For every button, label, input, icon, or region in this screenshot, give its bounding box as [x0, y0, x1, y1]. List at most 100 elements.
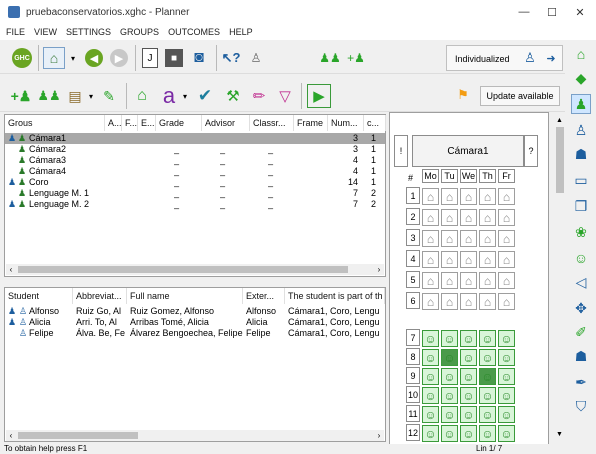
smiley-icon[interactable]: ☺ [479, 368, 496, 385]
building-icon[interactable]: ⌂ [131, 85, 153, 107]
smiley-icon[interactable]: ☺ [460, 368, 477, 385]
chevron-down-icon[interactable]: ▾ [181, 90, 189, 102]
house-icon[interactable]: ⌂ [460, 293, 477, 310]
individualized-icon[interactable]: ♙ [521, 49, 539, 67]
period-label[interactable]: 5 [406, 271, 420, 288]
smiley-icon[interactable]: ☺ [422, 330, 439, 347]
col-abbreviation[interactable]: Abbreviat... [73, 288, 127, 304]
period-label[interactable]: 10 [406, 386, 420, 403]
copy-icon[interactable]: ❐ [571, 196, 591, 216]
day-header[interactable]: Mo [422, 169, 439, 183]
house-icon[interactable]: ⌂ [498, 272, 515, 289]
menu-outcomes[interactable]: OUTCOMES [168, 27, 220, 37]
house-icon[interactable]: ⌂ [498, 230, 515, 247]
arrows-icon[interactable]: ✥ [571, 298, 591, 318]
house-icon[interactable]: ⌂ [422, 293, 439, 310]
menu-help[interactable]: HELP [229, 27, 253, 37]
smiley-icon[interactable]: ☺ [460, 406, 477, 423]
smiley-icon[interactable]: ☺ [422, 425, 439, 442]
back-arrow-icon[interactable]: ◀ [85, 49, 103, 67]
table-row[interactable]: ♟ Cámara2 _ _ _ 3 1 [5, 144, 385, 155]
house-icon[interactable]: ⌂ [479, 272, 496, 289]
table-row[interactable]: ♙ Felipe Álva. Be, Fe Álvarez Bengoechea, F… [5, 328, 385, 339]
timetable-vertical-scrollbar[interactable]: ▲ ▼ [554, 113, 566, 444]
smiley-icon[interactable]: ☺ [460, 387, 477, 404]
smiley-icon[interactable]: ☺ [479, 349, 496, 366]
subjects-icon[interactable]: ❀ [571, 222, 591, 242]
house-icon[interactable]: ⌂ [460, 272, 477, 289]
scroll-left-icon[interactable]: ‹ [6, 264, 16, 275]
paste-icon[interactable]: ▤ [66, 86, 84, 106]
add-group-icon[interactable]: ♟♟ [37, 86, 60, 106]
house-icon[interactable]: ⌂ [422, 230, 439, 247]
smiley-icon[interactable]: ☺ [441, 349, 458, 366]
house-icon[interactable]: ⌂ [441, 209, 458, 226]
scroll-left-icon[interactable]: ‹ [6, 430, 16, 441]
teacher-icon[interactable]: ☗ [571, 144, 591, 164]
col-advisor[interactable]: Advisor [202, 115, 250, 131]
share-icon[interactable]: ◁ [571, 272, 591, 292]
period-label[interactable]: 6 [406, 292, 420, 309]
book-icon[interactable]: ◆ [571, 68, 591, 88]
filter-icon[interactable]: ▽ [274, 85, 296, 107]
group-settings-icon[interactable]: ♟♟ [319, 49, 341, 67]
smiley-icon[interactable]: ☺ [460, 349, 477, 366]
scroll-down-icon[interactable]: ▼ [556, 431, 563, 438]
scroll-thumb[interactable] [18, 432, 138, 439]
house-icon[interactable]: ⌂ [422, 251, 439, 268]
smiley-icon[interactable]: ☺ [441, 425, 458, 442]
scroll-right-icon[interactable]: › [374, 264, 384, 275]
brush-icon[interactable]: ✐ [571, 322, 591, 342]
col-num[interactable]: Num... [328, 115, 364, 131]
help-cursor-icon[interactable]: ↖? [222, 49, 241, 67]
smiley-icon[interactable]: ☺ [498, 406, 515, 423]
smiley-icon[interactable]: ☺ [441, 368, 458, 385]
smiley-icon[interactable]: ☺ [498, 349, 515, 366]
smiley-icon[interactable]: ☺ [422, 387, 439, 404]
house-icon[interactable]: ⌂ [422, 209, 439, 226]
smiley-icon[interactable]: ☺ [460, 425, 477, 442]
check-icon[interactable]: ✔ [194, 85, 216, 107]
smiley-icon[interactable]: ☺ [422, 349, 439, 366]
smiley-icon[interactable]: ☺ [479, 387, 496, 404]
house-icon[interactable]: ⌂ [479, 251, 496, 268]
teachers-icon[interactable]: ♙ [246, 48, 266, 68]
tools-icon[interactable]: ⚒ [222, 85, 244, 107]
period-label[interactable]: 12 [406, 424, 420, 441]
document-icon[interactable]: J [142, 48, 158, 68]
day-header[interactable]: We [460, 169, 477, 183]
groups-icon[interactable]: ♟ [571, 94, 591, 114]
pen-icon[interactable]: ✒ [571, 372, 591, 392]
chevron-down-icon[interactable]: ▾ [87, 90, 95, 102]
table-row[interactable]: ♟ ♟ Lenguage M. 2 _ _ _ 7 2 [5, 199, 385, 210]
house-icon[interactable]: ⌂ [479, 209, 496, 226]
house-icon[interactable]: ⌂ [460, 230, 477, 247]
col-student[interactable]: Student [5, 288, 73, 304]
smiley-icon[interactable]: ☺ [422, 368, 439, 385]
menu-file[interactable]: FILE [6, 27, 25, 37]
period-label[interactable]: 1 [406, 187, 420, 204]
menu-settings[interactable]: SETTINGS [66, 27, 111, 37]
col-student-groups[interactable]: The student is part of th [285, 288, 385, 304]
period-label[interactable]: 7 [406, 329, 420, 346]
house-icon[interactable]: ⌂ [422, 272, 439, 289]
table-row[interactable]: ♟ ♙ Alfonso Ruiz Go, Al Ruiz Gomez, Alfonso A… [5, 306, 385, 317]
table-row[interactable]: ♟ Lenguage M. 1 _ _ _ 7 2 [5, 188, 385, 199]
col-a[interactable]: A... [105, 115, 122, 131]
house-icon[interactable]: ⌂ [460, 251, 477, 268]
pencil-icon[interactable]: ✏ [248, 85, 270, 107]
table-row[interactable]: ♟ ♟ Cámara1 3 1 [5, 133, 385, 144]
save-icon[interactable]: ■ [165, 49, 183, 67]
day-header[interactable]: Tu [441, 169, 458, 183]
arrow-right-icon[interactable]: ➜ [543, 49, 559, 67]
groups-horizontal-scrollbar[interactable]: ‹ › [6, 264, 384, 275]
close-button[interactable]: ✕ [562, 0, 596, 24]
scroll-right-icon[interactable]: › [374, 430, 384, 441]
run-icon[interactable]: ▶ [307, 84, 331, 108]
scroll-thumb[interactable] [556, 127, 564, 193]
house-icon[interactable]: ⌂ [441, 293, 458, 310]
house-icon[interactable]: ⌂ [498, 251, 515, 268]
table-row[interactable]: ♟ ♟ Coro _ _ _ 14 1 [5, 177, 385, 188]
home-icon[interactable]: ⌂ [43, 47, 65, 69]
smiley-icon[interactable]: ☺ [479, 330, 496, 347]
